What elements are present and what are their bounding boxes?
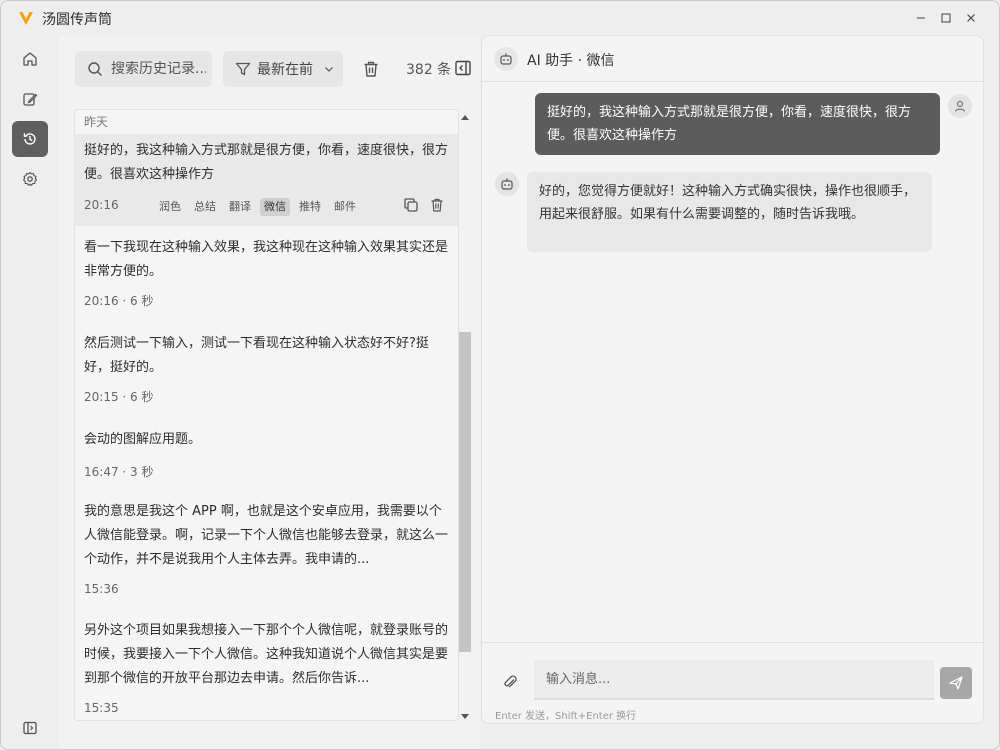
copy-icon[interactable]	[403, 197, 419, 213]
bot-message: 好的，您觉得方便就好！这种输入方式确实很快，操作也很顺手，用起来很舒服。如果有什…	[527, 172, 932, 252]
app-logo-icon	[19, 12, 33, 25]
action-wechat[interactable]: 微信	[260, 198, 290, 216]
history-item-text: 会动的图解应用题。	[84, 432, 202, 447]
user-message: 挺好的，我这种输入方式那就是很方便，你看，速度很快，很方便。很喜欢这种操作方	[535, 93, 940, 155]
action-summarize[interactable]: 总结	[190, 198, 220, 216]
history-item[interactable]: 另外这个项目如果我想接入一下那个个人微信呢，就登录账号的时候，我要接入一下个人微…	[75, 615, 458, 720]
edit-icon	[23, 93, 38, 106]
chat-title: AI 助手 · 微信	[527, 53, 615, 69]
send-button[interactable]	[940, 667, 972, 699]
bot-avatar	[495, 172, 519, 196]
search-icon	[88, 62, 102, 76]
nav-home-button[interactable]	[12, 41, 48, 77]
history-item-meta: 20:16 · 6 秒	[84, 294, 154, 308]
nav-edit-button[interactable]	[12, 81, 48, 117]
history-item-text: 另外这个项目如果我想接入一下那个个人微信呢，就登录账号的时候，我要接入一下个人微…	[84, 623, 449, 686]
history-item[interactable]: 挺好的，我这种输入方式那就是很方便，你看，速度很快，很方便。很喜欢这种操作方 2…	[75, 134, 458, 226]
sidebar-toggle-button[interactable]	[12, 710, 48, 746]
sort-label: 最新在前	[257, 62, 313, 78]
title-bar: 汤圆传声筒	[1, 1, 999, 35]
keyboard-hint: Enter 发送，Shift+Enter 换行	[495, 711, 637, 722]
app-title: 汤圆传声筒	[42, 12, 112, 28]
quick-actions: 润色 总结 翻译 微信 推特 邮件	[155, 198, 365, 216]
history-item[interactable]: 我的意思是我这个 APP 啊，也就是这个安卓应用，我需要以个人微信能登录。啊，记…	[75, 496, 458, 606]
close-icon	[967, 14, 975, 22]
attach-icon[interactable]	[501, 673, 519, 691]
nav-settings-button[interactable]	[12, 161, 48, 197]
gear-icon	[22, 171, 38, 186]
history-item-text: 看一下我现在这种输入效果，我这种现在这种输入效果其实还是非常方便的。	[84, 240, 449, 279]
clear-history-button[interactable]	[361, 59, 381, 79]
filter-icon	[235, 62, 251, 76]
user-icon	[954, 100, 966, 112]
minimize-icon	[917, 17, 925, 19]
history-icon	[23, 133, 36, 145]
history-item-text: 然后测试一下输入，测试一下看现在这种输入状态好不好?挺好，挺好的。	[84, 336, 429, 375]
action-twitter[interactable]: 推特	[295, 198, 325, 216]
history-item-text: 我的意思是我这个 APP 啊，也就是这个安卓应用，我需要以个人微信能登录。啊，记…	[84, 504, 449, 567]
history-item-meta: 15:36	[84, 582, 119, 596]
close-button[interactable]	[960, 7, 982, 29]
search-input[interactable]	[111, 61, 206, 77]
nav-history-button[interactable]	[12, 121, 48, 157]
send-icon	[949, 676, 963, 690]
history-panel: 最新在前 382 条 昨天 挺好的，我这种输入方式那就是很方便，你看，速度很快，…	[59, 35, 480, 749]
bot-icon	[501, 178, 513, 190]
minimize-button[interactable]	[910, 7, 932, 29]
history-item-time: 20:16	[84, 198, 119, 212]
nav-rail	[1, 35, 59, 749]
chat-panel: AI 助手 · 微信 挺好的，我这种输入方式那就是很方便，你看，速度很快，很方便…	[481, 35, 984, 724]
user-avatar	[948, 94, 972, 118]
collapse-panel-button[interactable]	[454, 59, 472, 77]
bot-header-avatar	[494, 47, 518, 71]
history-item[interactable]: 然后测试一下输入，测试一下看现在这种输入状态好不好?挺好，挺好的。 20:15 …	[75, 328, 458, 418]
sort-dropdown[interactable]: 最新在前	[223, 51, 343, 87]
history-item-meta: 16:47 · 3 秒	[84, 465, 154, 479]
history-item-meta: 15:35	[84, 701, 119, 715]
maximize-button[interactable]	[935, 7, 957, 29]
action-translate[interactable]: 翻译	[225, 198, 255, 216]
history-item[interactable]: 看一下我现在这种输入效果，我这种现在这种输入效果其实还是非常方便的。 20:16…	[75, 232, 458, 322]
history-item-text: 挺好的，我这种输入方式那就是很方便，你看，速度很快，很方便。很喜欢这种操作方	[84, 143, 449, 182]
message-input[interactable]	[534, 660, 934, 700]
chevron-down-icon	[325, 67, 333, 72]
history-scrollbar[interactable]	[444, 109, 458, 721]
app-window: 汤圆传声筒 搜索历史记录... 最新在前 382 条 昨天 挺好的，我这种输入方…	[0, 0, 1000, 750]
sidebar-toggle-icon	[23, 721, 37, 735]
chat-header: AI 助手 · 微信	[482, 36, 983, 82]
history-item[interactable]: 会动的图解应用题。 16:47 · 3 秒	[75, 424, 458, 484]
history-list: 昨天 挺好的，我这种输入方式那就是很方便，你看，速度很快，很方便。很喜欢这种操作…	[74, 109, 459, 721]
delete-icon[interactable]	[429, 197, 445, 213]
search-box[interactable]	[75, 51, 212, 87]
group-label: 昨天	[84, 115, 109, 129]
scroll-up-icon[interactable]	[460, 113, 470, 121]
scroll-down-icon[interactable]	[460, 713, 470, 721]
record-count: 382 条	[406, 62, 452, 78]
scrollbar-thumb[interactable]	[459, 332, 471, 652]
bot-icon	[500, 53, 512, 65]
maximize-icon	[941, 13, 951, 23]
home-icon	[23, 52, 37, 66]
message-composer: Enter 发送，Shift+Enter 换行	[482, 642, 983, 723]
action-polish[interactable]: 润色	[155, 198, 185, 216]
action-email[interactable]: 邮件	[330, 198, 360, 216]
history-item-meta: 20:15 · 6 秒	[84, 390, 154, 404]
